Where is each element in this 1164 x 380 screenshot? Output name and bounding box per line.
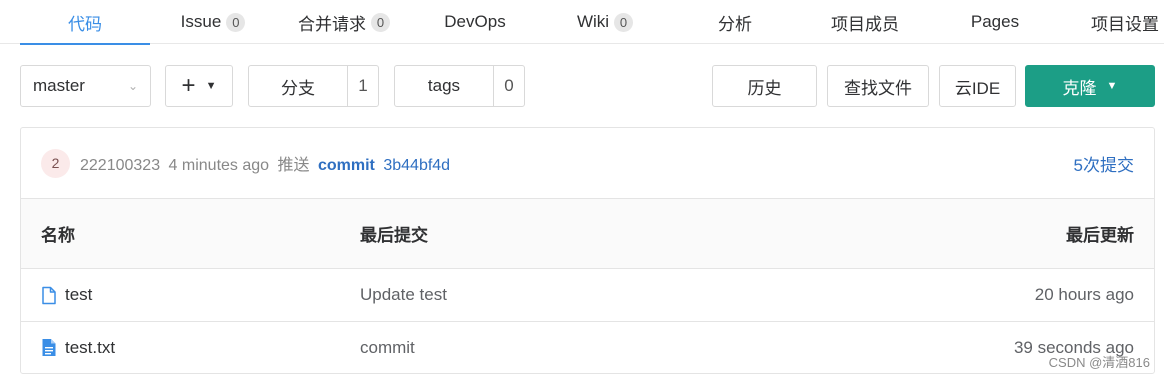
last-commit-bar: 2 222100323 4 minutes ago 推送 commit 3b44… <box>21 128 1154 198</box>
file-name[interactable]: test <box>65 285 92 305</box>
find-file-button[interactable]: 查找文件 <box>827 65 929 107</box>
tab-devops[interactable]: DevOps <box>425 0 525 44</box>
add-menu-button[interactable]: + ▼ <box>165 65 233 107</box>
branch-select-value: master <box>33 76 85 95</box>
commit-hash[interactable]: 3b44bf4d <box>383 157 450 174</box>
commit-message[interactable]: commit <box>318 157 375 174</box>
tab-members[interactable]: 项目成员 <box>815 0 915 44</box>
tab-issue[interactable]: Issue 0 <box>163 0 263 44</box>
file-last-commit[interactable]: commit <box>360 322 415 373</box>
tab-wiki[interactable]: Wiki 0 <box>555 0 655 44</box>
tab-label: 合并请求 <box>298 14 366 34</box>
file-last-commit[interactable]: Update test <box>360 269 447 321</box>
commit-count-link[interactable]: 5次提交 <box>1074 128 1134 198</box>
tab-label: DevOps <box>444 12 506 31</box>
tab-label: 项目设置 <box>1091 14 1159 34</box>
clone-button[interactable]: 克隆 ▼ <box>1025 65 1155 107</box>
table-row[interactable]: test Update test 20 hours ago <box>21 269 1154 321</box>
branches-button[interactable]: 分支 1 <box>248 65 379 107</box>
chevron-down-icon: ▼ <box>1106 80 1118 92</box>
commit-meta: 222100323 4 minutes ago 推送 commit 3b44bf… <box>80 151 450 175</box>
file-name[interactable]: test.txt <box>65 338 115 358</box>
tab-pages[interactable]: Pages <box>945 0 1045 44</box>
table-row[interactable]: test.txt commit 39 seconds ago <box>21 321 1154 373</box>
branches-count: 1 <box>358 76 368 95</box>
wiki-count-badge: 0 <box>614 12 634 32</box>
tab-merge-requests[interactable]: 合并请求 0 <box>288 0 400 44</box>
file-outline-icon <box>42 286 56 304</box>
commit-author[interactable]: 222100323 <box>80 157 160 174</box>
tab-settings[interactable]: 项目设置 <box>1075 0 1164 44</box>
cloud-ide-button[interactable]: 云IDE <box>939 65 1016 107</box>
table-header: 名称 最后提交 最后更新 <box>21 198 1154 269</box>
column-header-last-commit: 最后提交 <box>360 226 428 245</box>
plus-icon: + <box>181 72 196 99</box>
tags-button[interactable]: tags 0 <box>394 65 525 107</box>
branch-select[interactable]: master ⌄ <box>20 65 151 107</box>
column-header-name: 名称 <box>41 226 75 245</box>
avatar[interactable]: 2 <box>41 148 70 178</box>
issue-count-badge: 0 <box>226 12 246 32</box>
tab-analytics[interactable]: 分析 <box>685 0 785 44</box>
history-button[interactable]: 历史 <box>712 65 817 107</box>
commit-time: 4 minutes ago <box>168 157 270 174</box>
file-updated: 20 hours ago <box>1034 285 1134 304</box>
chevron-down-icon: ⌄ <box>127 79 138 93</box>
tab-label: 分析 <box>718 14 752 34</box>
watermark: CSDN @清酒816 <box>1048 355 1150 370</box>
repo-files-panel: 2 222100323 4 minutes ago 推送 commit 3b44… <box>20 127 1155 374</box>
tab-label: 代码 <box>68 14 102 34</box>
chevron-down-icon: ▼ <box>205 80 217 92</box>
column-header-last-updated: 最后更新 <box>1066 226 1134 245</box>
merge-request-count-badge: 0 <box>371 12 390 32</box>
tab-label: Issue <box>180 12 222 31</box>
tags-count: 0 <box>504 76 514 95</box>
tab-label: Wiki <box>576 12 610 31</box>
clone-label: 克隆 <box>1062 78 1097 98</box>
repo-tabs: 代码 Issue 0 合并请求 0 DevOps Wiki 0 分析 项目成员 Pag… <box>0 0 1164 45</box>
branches-label: 分支 <box>249 66 348 106</box>
file-text-icon <box>42 339 56 356</box>
tab-label: Pages <box>970 12 1020 31</box>
tab-code[interactable]: 代码 <box>20 0 150 45</box>
tags-label: tags <box>395 66 494 106</box>
tab-label: 项目成员 <box>831 14 899 34</box>
commit-action: 推送 <box>277 157 310 174</box>
